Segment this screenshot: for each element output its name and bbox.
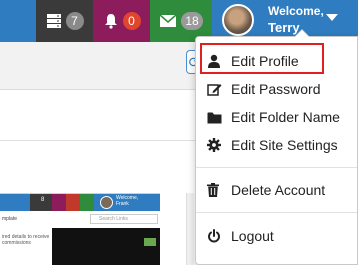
bell-icon <box>104 14 117 29</box>
thumbnail-green-button <box>144 238 156 246</box>
menu-item-label: Edit Password <box>231 81 321 97</box>
thumbnail-avatar <box>100 196 113 209</box>
menu-item-edit-password[interactable]: Edit Password <box>196 75 358 103</box>
thumbnail-video-area <box>52 228 160 265</box>
gear-icon <box>207 138 221 152</box>
servers-count-badge: 7 <box>65 12 84 30</box>
thumbnail-body-text: ired details to receive commissions <box>2 234 50 246</box>
menu-divider <box>196 212 357 213</box>
thumbnail-welcome: Welcome, Frank <box>116 195 138 207</box>
thumbnail-servers-count: 8 <box>41 197 45 203</box>
folder-icon <box>207 112 222 123</box>
menu-item-label: Delete Account <box>231 182 326 198</box>
servers-nav-button[interactable]: 7 <box>36 0 93 42</box>
menu-item-edit-folder-name[interactable]: Edit Folder Name <box>196 103 358 131</box>
thumbnail-search-input: Search Links <box>90 214 158 224</box>
thumbnail-alerts-item <box>52 194 66 211</box>
avatar <box>222 4 254 36</box>
trash-icon <box>207 183 219 197</box>
alerts-count-badge: 0 <box>122 12 141 30</box>
thumbnail-user-name: Frank <box>116 201 129 207</box>
thumbnail-servers-item: 8 <box>30 194 52 211</box>
menu-divider <box>196 167 357 168</box>
thumbnail-template-label: mplate <box>2 216 18 222</box>
thumbnail-messages-item <box>80 194 94 211</box>
menu-item-label: Logout <box>231 228 274 244</box>
welcome-text: Welcome, <box>268 4 324 18</box>
caret-down-icon <box>326 14 338 21</box>
messages-count-badge: 18 <box>181 12 203 30</box>
server-stack-icon <box>46 14 61 28</box>
thumbnail-red-item <box>66 194 80 211</box>
menu-item-label: Edit Site Settings <box>231 137 338 153</box>
menu-item-label: Edit Folder Name <box>231 109 340 125</box>
menu-item-edit-site-settings[interactable]: Edit Site Settings <box>196 131 358 159</box>
menu-item-delete-account[interactable]: Delete Account <box>196 176 358 204</box>
envelope-icon <box>159 14 177 27</box>
alerts-nav-button[interactable]: 0 <box>93 0 150 42</box>
power-icon <box>208 229 220 243</box>
embedded-screenshot: 8 Welcome, Frank mplate Search Links ire… <box>0 193 160 265</box>
scrollbar[interactable] <box>186 193 194 265</box>
edit-icon <box>207 84 222 96</box>
user-dropdown-menu: Edit Profile Edit Password Edit Folder N… <box>195 29 358 265</box>
thumbnail-topbar: 8 Welcome, Frank <box>0 194 160 211</box>
highlight-box <box>200 43 324 74</box>
menu-item-logout[interactable]: Logout <box>196 222 358 250</box>
